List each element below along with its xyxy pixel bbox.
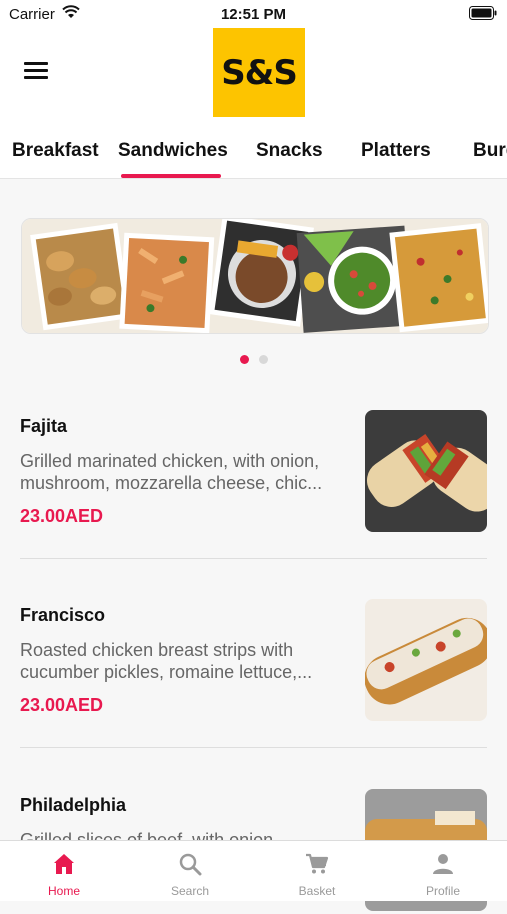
tab-profile[interactable]: Profile	[380, 841, 506, 901]
tab-platters[interactable]: Platters	[361, 140, 431, 162]
person-icon	[433, 854, 453, 874]
item-name: Fajita	[20, 416, 68, 436]
tab-home-label: Home	[47, 884, 80, 898]
cart-icon	[306, 853, 329, 874]
tab-breakfast[interactable]: Breakfast	[12, 140, 99, 162]
item-description: Roasted chicken breast strips with cucum…	[20, 640, 313, 682]
logo-text: S&S	[221, 52, 298, 93]
tab-search-label: Search	[170, 884, 210, 898]
tab-basket-label: Basket	[298, 884, 336, 898]
battery-icon	[469, 6, 497, 25]
tab-search[interactable]: Search	[127, 841, 253, 901]
status-bar: Carrier 12:51 PM	[0, 0, 507, 28]
promo-banner[interactable]	[21, 218, 489, 334]
clock: 12:51 PM	[220, 6, 287, 23]
menu-item-francisco[interactable]: Francisco Roasted chicken breast strips …	[20, 599, 487, 724]
active-tab-indicator	[121, 174, 221, 178]
item-description: Grilled marinated chicken, with onion, m…	[20, 451, 323, 493]
search-icon	[179, 853, 202, 876]
tab-profile-label: Profile	[425, 884, 460, 898]
item-name: Philadelphia	[20, 795, 127, 815]
item-image	[365, 410, 487, 532]
category-tabs: Breakfast Sandwiches Snacks Platters Bur…	[0, 122, 507, 179]
carousel-dots	[0, 351, 507, 369]
brand-logo: S&S	[213, 28, 305, 117]
item-price: 23.00AED	[20, 506, 104, 526]
item-divider	[20, 558, 487, 559]
tab-snacks[interactable]: Snacks	[256, 140, 323, 162]
menu-icon[interactable]	[24, 62, 48, 82]
menu-item-fajita[interactable]: Fajita Grilled marinated chicken, with o…	[20, 410, 487, 535]
home-icon	[54, 854, 74, 874]
item-price: 23.00AED	[20, 695, 104, 715]
item-image	[365, 599, 487, 721]
carousel-dot-1[interactable]	[239, 355, 249, 364]
tab-home[interactable]: Home	[1, 841, 127, 901]
item-divider	[20, 747, 487, 748]
carousel-dot-2[interactable]	[258, 355, 268, 364]
item-name: Francisco	[20, 605, 106, 625]
tab-burgers[interactable]: Burg	[473, 140, 507, 162]
tab-sandwiches[interactable]: Sandwiches	[118, 140, 228, 162]
bottom-tab-bar: Home Search Basket Profile	[0, 840, 507, 901]
app-header: S&S	[0, 28, 507, 122]
tab-basket[interactable]: Basket	[254, 841, 380, 901]
